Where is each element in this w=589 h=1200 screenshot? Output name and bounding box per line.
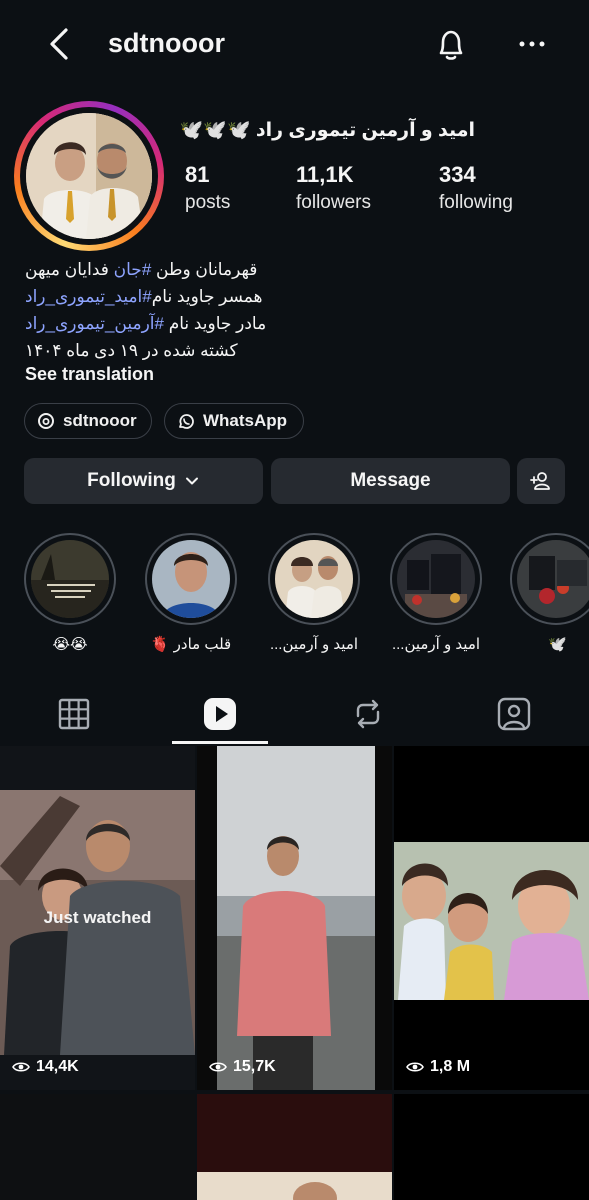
highlight-cover — [517, 540, 589, 618]
followers-value: 11,1K — [296, 162, 354, 187]
highlight-ring — [510, 533, 589, 625]
tab-posts-grid[interactable] — [54, 694, 94, 734]
following-button[interactable]: Following — [24, 458, 263, 504]
bio-text: مادر جاوید نام — [163, 314, 267, 333]
reel-tile[interactable]: Just watched 14,4K — [0, 746, 195, 1090]
message-button[interactable]: Message — [271, 458, 510, 504]
highlight-ring — [145, 533, 237, 625]
reel-tile[interactable]: 15,7K — [197, 746, 392, 1090]
reposts-icon — [356, 699, 380, 729]
view-count-value: 14,4K — [36, 1058, 79, 1075]
highlight-item[interactable]: امید و آرمین... — [266, 533, 362, 653]
threads-link-chip[interactable]: sdtnooor — [24, 403, 152, 439]
threads-link-label: sdtnooor — [63, 411, 137, 430]
highlight-item[interactable]: امید و آرمین... — [388, 533, 484, 653]
highlight-label: امید و آرمین... — [269, 636, 359, 653]
reel-tile[interactable] — [197, 1094, 392, 1200]
add-person-icon — [530, 472, 550, 490]
highlight-ring — [268, 533, 360, 625]
following-value: 334 — [439, 162, 476, 187]
active-tab-indicator — [172, 741, 268, 744]
reel-tile[interactable]: 1,8 M — [394, 746, 589, 1090]
profile-avatar[interactable] — [14, 101, 164, 251]
followers-label: followers — [296, 192, 371, 213]
bio-line-3: مادر جاوید نام #آرمین_تیموری_راد — [25, 310, 565, 337]
highlight-item[interactable]: 🕊️ — [510, 533, 589, 653]
highlight-cover — [31, 540, 109, 618]
bio: قهرمانان وطن #جان فدایان میهن همسر جاوید… — [25, 256, 565, 364]
reel-thumbnail — [217, 746, 375, 1090]
highlight-cover — [275, 540, 353, 618]
eye-icon — [12, 1062, 30, 1072]
hashtag-link[interactable]: #آرمین_تیموری_راد — [25, 314, 164, 333]
grid-icon — [58, 698, 90, 730]
whatsapp-link-label: WhatsApp — [203, 411, 288, 430]
reels-icon — [204, 698, 236, 730]
suggest-people-button[interactable] — [517, 458, 565, 504]
hashtag-link[interactable]: #امید_تیموری_راد — [25, 287, 152, 306]
highlight-ring — [390, 533, 482, 625]
bio-text: فدایان میهن — [25, 260, 114, 279]
highlight-item[interactable]: قلب مادر 🫀 — [143, 533, 239, 653]
posts-count[interactable]: 81 posts — [185, 162, 230, 214]
back-arrow-icon — [50, 28, 68, 60]
tab-tagged[interactable] — [494, 694, 534, 734]
notifications-button[interactable] — [430, 24, 472, 66]
posts-value: 81 — [185, 162, 210, 187]
highlight-item[interactable]: 😭😭 — [22, 533, 118, 653]
bio-line-2: همسر جاوید نام#امید_تیموری_راد — [25, 283, 565, 310]
highlight-label: قلب مادر 🫀 — [150, 636, 232, 653]
bio-line-4: کشته شده در ۱۹ دی ماه ۱۴۰۴ — [25, 341, 238, 360]
highlight-cover — [152, 540, 230, 618]
threads-icon — [38, 413, 54, 429]
view-count-value: 1,8 M — [430, 1058, 471, 1075]
view-count: 15,7K — [209, 1058, 276, 1076]
tab-reposts[interactable] — [348, 694, 388, 734]
posts-label: posts — [185, 192, 231, 213]
whatsapp-icon — [179, 414, 194, 429]
reel-tile[interactable] — [394, 1094, 589, 1200]
highlight-label: 🕊️ — [548, 636, 567, 653]
just-watched-label: Just watched — [43, 908, 152, 927]
view-count: 14,4K — [12, 1058, 79, 1076]
whatsapp-link-chip[interactable]: WhatsApp — [164, 403, 304, 439]
chevron-down-icon — [185, 477, 198, 485]
bell-icon — [439, 30, 463, 60]
following-button-label: Following — [87, 470, 176, 491]
bio-text: همسر جاوید نام — [151, 287, 263, 306]
highlight-cover — [397, 540, 475, 618]
highlight-label: امید و آرمین... — [391, 636, 481, 653]
more-icon — [519, 41, 545, 47]
avatar-photo — [26, 113, 152, 239]
see-translation-link[interactable]: See translation — [25, 364, 154, 385]
message-button-label: Message — [350, 470, 431, 491]
reel-thumbnail — [394, 842, 589, 1000]
view-count-value: 15,7K — [233, 1058, 276, 1075]
view-count: 1,8 M — [406, 1058, 470, 1076]
bio-line-1: قهرمانان وطن #جان فدایان میهن — [25, 256, 565, 283]
more-options-button[interactable] — [512, 24, 552, 64]
eye-icon — [209, 1062, 227, 1072]
reel-tile[interactable] — [0, 1094, 195, 1200]
following-count[interactable]: 334 following — [439, 162, 513, 214]
header-username: sdtnooor — [108, 28, 225, 58]
hashtag-link[interactable]: #جان — [114, 260, 152, 279]
highlight-ring — [24, 533, 116, 625]
bio-text: قهرمانان وطن — [151, 260, 258, 279]
back-button[interactable] — [40, 24, 80, 64]
reel-thumbnail — [197, 1172, 392, 1200]
tab-reels[interactable] — [200, 694, 240, 734]
following-label: following — [439, 192, 513, 213]
display-name: امید و آرمین تیموری راد 🕊️🕊️🕊️ — [179, 120, 475, 141]
eye-icon — [406, 1062, 424, 1072]
followers-count[interactable]: 11,1K followers — [296, 162, 371, 214]
tagged-icon — [497, 697, 531, 731]
highlight-label: 😭😭 — [52, 636, 88, 653]
